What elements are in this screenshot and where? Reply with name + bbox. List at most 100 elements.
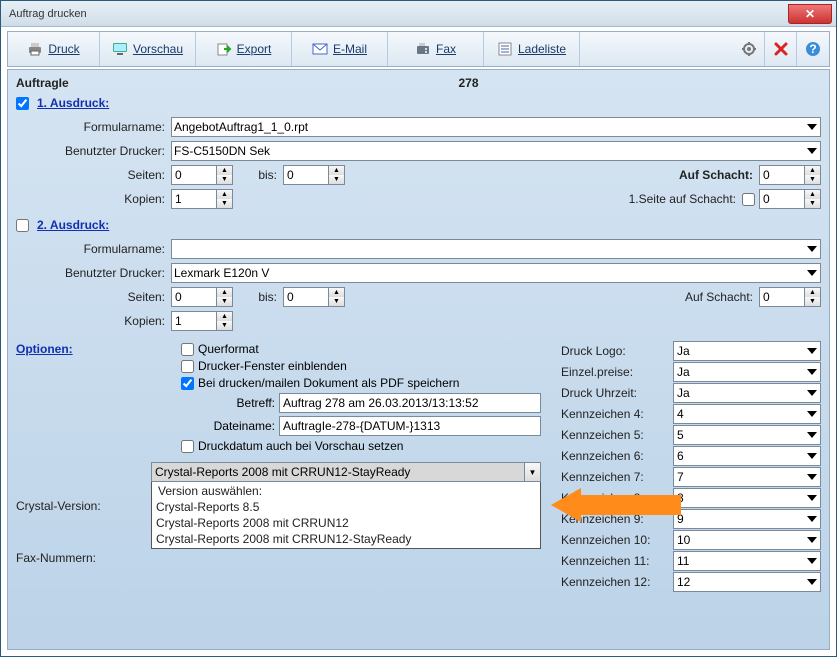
kz4-label: Kennzeichen 4:: [561, 407, 673, 421]
loadlist-button[interactable]: Ladeliste: [484, 32, 580, 66]
seiten2-from-spinner[interactable]: ▲▼: [171, 287, 233, 307]
header-left: AuftragIe: [16, 76, 419, 90]
print2-checkbox[interactable]: [16, 219, 29, 232]
fax-icon: [415, 41, 431, 57]
bis1-label: bis:: [233, 168, 283, 182]
uhrzeit-select[interactable]: Ja: [673, 383, 821, 403]
header-right: 278: [419, 76, 822, 90]
schacht1-label: Auf Schacht:: [679, 168, 759, 182]
kz4-select[interactable]: 4: [673, 404, 821, 424]
kz11-label: Kennzeichen 11:: [561, 554, 673, 568]
cancel-button[interactable]: [765, 32, 797, 66]
svg-text:?: ?: [809, 42, 816, 56]
kz10-label: Kennzeichen 10:: [561, 533, 673, 547]
kopien2-spinner[interactable]: ▲▼: [171, 311, 233, 331]
logo-label: Druck Logo:: [561, 344, 673, 358]
toolbar: Druck Vorschau Export E-Mail Fax Ladelis…: [7, 31, 830, 67]
print1-checkbox[interactable]: [16, 97, 29, 110]
help-icon: ?: [805, 41, 821, 57]
printer1-label: Benutzter Drucker:: [16, 144, 171, 158]
form2-label: Formularname:: [16, 242, 171, 256]
print-button[interactable]: Druck: [8, 32, 100, 66]
content-panel: AuftragIe 278 1. Ausdruck: Formularname:…: [7, 69, 830, 650]
seiten2-label: Seiten:: [16, 290, 171, 304]
logo-select[interactable]: Ja: [673, 341, 821, 361]
fax-label: Fax-Nummern:: [16, 551, 151, 565]
printer-icon: [27, 41, 43, 57]
pdf-label: Bei drucken/mailen Dokument als PDF spei…: [198, 376, 459, 390]
options-title: Optionen:: [16, 342, 181, 356]
list-icon: [497, 41, 513, 57]
kz12-select[interactable]: 12: [673, 572, 821, 592]
close-icon: ✕: [805, 7, 815, 21]
seite1sch-spinner[interactable]: ▲▼: [759, 189, 821, 209]
printer2-select[interactable]: Lexmark E120n V: [171, 263, 821, 283]
fax-button[interactable]: Fax: [388, 32, 484, 66]
kopien1-spinner[interactable]: ▲▼: [171, 189, 233, 209]
dateiname-input[interactable]: [279, 416, 541, 436]
kz12-label: Kennzeichen 12:: [561, 575, 673, 589]
kopien1-label: Kopien:: [16, 192, 171, 206]
monitor-icon: [112, 41, 128, 57]
export-icon: [216, 41, 232, 57]
form1-label: Formularname:: [16, 120, 171, 134]
seiten1-label: Seiten:: [16, 168, 171, 182]
window: Auftrag drucken ✕ Druck Vorschau Export …: [0, 0, 837, 657]
crystal-label: Crystal-Version:: [16, 499, 151, 513]
crystal-version-dropdown: Version auswählen: Crystal-Reports 8.5 C…: [151, 482, 541, 549]
crystal-option[interactable]: Crystal-Reports 2008 mit CRRUN12: [152, 515, 540, 531]
querformat-label: Querformat: [198, 342, 259, 356]
chevron-down-icon[interactable]: ▼: [217, 175, 232, 184]
settings-button[interactable]: [733, 32, 765, 66]
kz10-select[interactable]: 10: [673, 530, 821, 550]
druckerfenster-checkbox[interactable]: [181, 360, 194, 373]
printer1-select[interactable]: FS-C5150DN Sek: [171, 141, 821, 161]
section-1-title: 1. Ausdruck:: [16, 96, 821, 110]
schacht2-label: Auf Schacht:: [685, 290, 759, 304]
kz6-select[interactable]: 6: [673, 446, 821, 466]
seiten1-from-spinner[interactable]: ▲▼: [171, 165, 233, 185]
seiten2-to-spinner[interactable]: ▲▼: [283, 287, 345, 307]
kz9-select[interactable]: 9: [673, 509, 821, 529]
email-button[interactable]: E-Mail: [292, 32, 388, 66]
form2-select[interactable]: [171, 239, 821, 259]
preise-label: Einzel.preise:: [561, 365, 673, 379]
kz11-select[interactable]: 11: [673, 551, 821, 571]
crystal-option[interactable]: Crystal-Reports 2008 mit CRRUN12-StayRea…: [152, 531, 540, 547]
chevron-down-icon[interactable]: ▼: [524, 463, 540, 481]
bis2-label: bis:: [233, 290, 283, 304]
kz7-label: Kennzeichen 7:: [561, 470, 673, 484]
druckdatum-checkbox[interactable]: [181, 440, 194, 453]
druckerfenster-label: Drucker-Fenster einblenden: [198, 359, 347, 373]
crystal-list-header: Version auswählen:: [152, 483, 540, 499]
druckdatum-label: Druckdatum auch bei Vorschau setzen: [198, 439, 403, 453]
window-title: Auftrag drucken: [9, 8, 87, 20]
preview-button[interactable]: Vorschau: [100, 32, 196, 66]
kz9-label: Kennzeichen 9:: [561, 512, 673, 526]
section-2-title: 2. Ausdruck:: [16, 218, 821, 232]
chevron-up-icon[interactable]: ▲: [217, 166, 232, 175]
crystal-option[interactable]: Crystal-Reports 8.5: [152, 499, 540, 515]
betreff-input[interactable]: [279, 393, 541, 413]
seiten1-to-spinner[interactable]: ▲▼: [283, 165, 345, 185]
preise-select[interactable]: Ja: [673, 362, 821, 382]
kz5-select[interactable]: 5: [673, 425, 821, 445]
form1-select[interactable]: AngebotAuftrag1_1_0.rpt: [171, 117, 821, 137]
schacht1-spinner[interactable]: ▲▼: [759, 165, 821, 185]
x-icon: [773, 41, 789, 57]
querformat-checkbox[interactable]: [181, 343, 194, 356]
betreff-label: Betreff:: [201, 396, 279, 410]
export-button[interactable]: Export: [196, 32, 292, 66]
header-row: AuftragIe 278: [16, 76, 821, 90]
seite1sch-checkbox[interactable]: [742, 193, 755, 206]
kz8-select[interactable]: 8: [673, 488, 821, 508]
pdf-checkbox[interactable]: [181, 377, 194, 390]
kz5-label: Kennzeichen 5:: [561, 428, 673, 442]
crystal-version-select[interactable]: Crystal-Reports 2008 mit CRRUN12-StayRea…: [151, 462, 541, 482]
seite1sch-label: 1.Seite auf Schacht:: [629, 192, 742, 206]
titlebar: Auftrag drucken ✕: [1, 1, 836, 27]
close-button[interactable]: ✕: [788, 4, 832, 24]
kz7-select[interactable]: 7: [673, 467, 821, 487]
help-button[interactable]: ?: [797, 32, 829, 66]
schacht2-spinner[interactable]: ▲▼: [759, 287, 821, 307]
